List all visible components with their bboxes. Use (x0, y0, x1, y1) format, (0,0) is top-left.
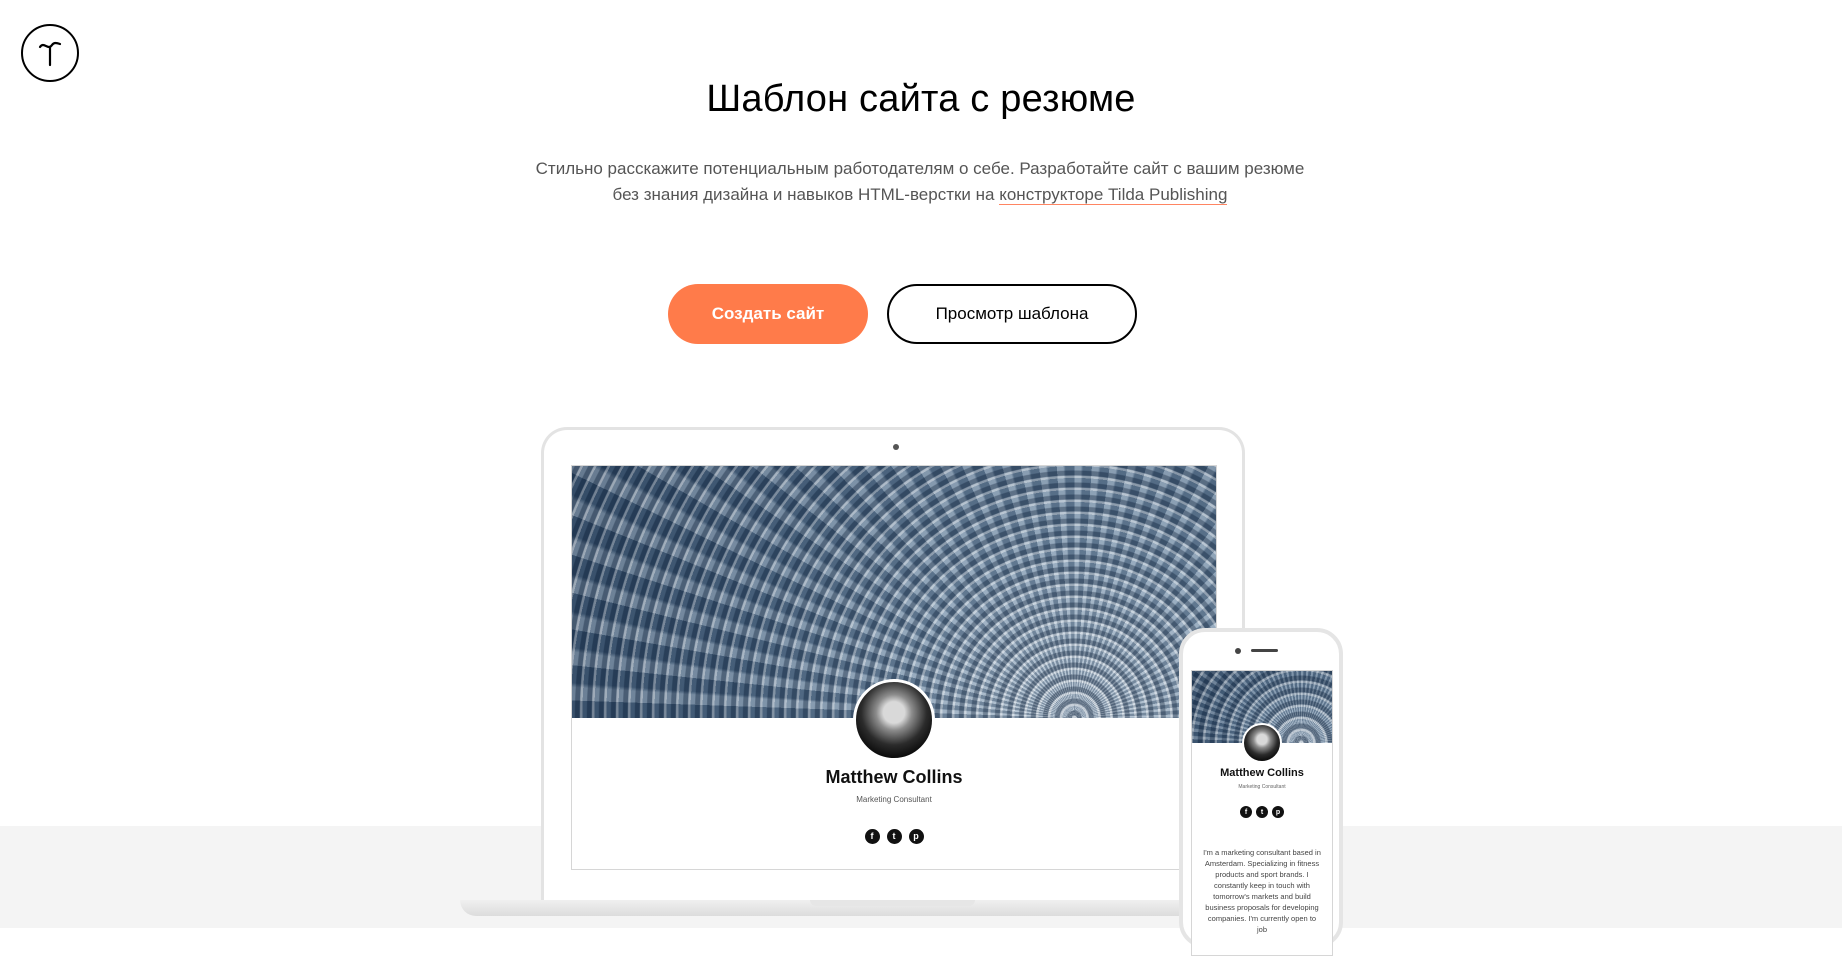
tilda-logo-glyph (38, 41, 62, 67)
tilda-publishing-link[interactable]: конструкторе Tilda Publishing (999, 185, 1228, 205)
phone-mockup: Matthew Collins Marketing Consultant f t… (1179, 628, 1343, 956)
subtitle-line-2: без знания дизайна и навыков HTML-верстк… (612, 185, 1000, 204)
phone-speaker (1251, 649, 1278, 652)
profile-role: Marketing Consultant (856, 795, 932, 804)
social-links: f t p (1192, 806, 1332, 818)
pinterest-icon: p (908, 829, 924, 844)
social-links: f t p (572, 829, 1216, 844)
avatar (853, 679, 935, 761)
tilda-logo-icon[interactable] (21, 24, 79, 82)
laptop-camera (893, 444, 899, 450)
phone-camera (1235, 648, 1241, 654)
laptop-screen: Matthew Collins Marketing Consultant f t… (571, 465, 1217, 870)
facebook-icon: f (1240, 806, 1252, 818)
page-subtitle: Стильно расскажите потенциальным работод… (470, 156, 1370, 208)
laptop-notch (810, 900, 975, 906)
facebook-icon: f (864, 829, 880, 844)
laptop-mockup: Matthew Collins Marketing Consultant f t… (541, 427, 1245, 907)
profile-role: Marketing Consultant (1238, 784, 1286, 790)
page-title: Шаблон сайта с резюме (706, 78, 1136, 120)
twitter-icon: t (886, 829, 902, 844)
subtitle-line-1: Стильно расскажите потенциальным работод… (535, 159, 1305, 178)
profile-bio: I'm a marketing consultant based in Amst… (1203, 848, 1321, 934)
avatar (1242, 723, 1282, 763)
twitter-icon: t (1256, 806, 1268, 818)
preview-template-button[interactable]: Просмотр шаблона (887, 284, 1137, 344)
profile-name: Matthew Collins (1220, 767, 1304, 779)
create-site-button[interactable]: Создать сайт (668, 284, 868, 344)
phone-screen: Matthew Collins Marketing Consultant f t… (1191, 670, 1333, 956)
profile-name: Matthew Collins (825, 767, 963, 787)
pinterest-icon: p (1272, 806, 1284, 818)
